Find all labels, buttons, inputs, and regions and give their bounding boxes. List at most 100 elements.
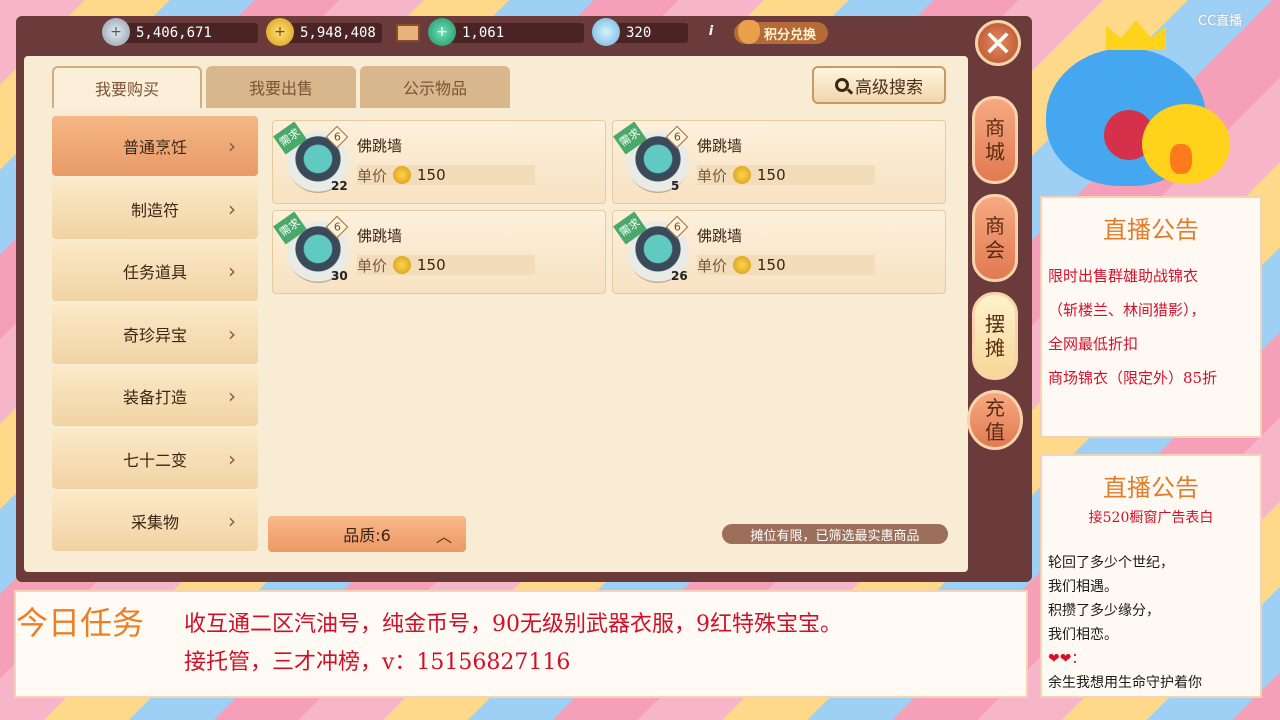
item-quantity: 5 xyxy=(671,179,680,193)
category-transform[interactable]: 七十二变 › xyxy=(52,428,258,489)
item-price: 150 xyxy=(417,166,446,184)
announcement-title: 直播公告 xyxy=(1103,474,1199,502)
advanced-search-button[interactable]: 高级搜索 xyxy=(812,66,946,104)
points-exchange-label: 积分兑换 xyxy=(764,27,817,43)
item-price: 150 xyxy=(757,166,786,184)
silver-coin-icon: + xyxy=(102,18,130,46)
price-row: 单价 150 xyxy=(697,255,875,275)
poem-line: 积攒了多少缘分， xyxy=(1048,603,1160,619)
silver-currency: + 5,406,671 xyxy=(102,18,258,46)
item-price: 150 xyxy=(757,256,786,274)
poem-line: 我们相遇。 xyxy=(1048,579,1118,595)
jade-icon: + xyxy=(428,18,456,46)
gold-coin-icon xyxy=(393,256,412,274)
item-price: 150 xyxy=(417,256,446,274)
jade-amount: 1,061 xyxy=(434,23,584,43)
tab-sell[interactable]: 我要出售 xyxy=(206,66,356,108)
side-tab-stall[interactable]: 摆摊 xyxy=(972,292,1018,380)
chevron-right-icon: › xyxy=(228,384,236,408)
gold-coin-icon xyxy=(393,166,412,184)
item-card[interactable]: 需求 6 30 佛跳墙 单价 150 xyxy=(272,210,606,294)
price-row: 单价 150 xyxy=(697,165,875,185)
search-icon xyxy=(835,78,849,92)
gold-coin-icon xyxy=(733,256,752,274)
item-quantity: 22 xyxy=(331,179,348,193)
gold-coin-icon: + xyxy=(266,18,294,46)
category-label: 任务道具 xyxy=(122,263,187,282)
announcement-line: 商场锦衣（限定外）85折 xyxy=(1048,369,1218,387)
poem-line: 轮回了多少个世纪， xyxy=(1048,555,1174,571)
gold-coin-icon xyxy=(733,166,752,184)
tab-buy[interactable]: 我要购买 xyxy=(52,66,202,108)
mascot-illustration xyxy=(1046,20,1266,192)
tab-public[interactable]: 公示物品 xyxy=(360,66,510,108)
cloud-icon xyxy=(592,18,620,46)
market-panel: 我要购买 我要出售 公示物品 高级搜索 普通烹饪 › 制造符 › 任务道具 › 奇珍异… xyxy=(24,56,968,572)
side-tab-guild[interactable]: 商会 xyxy=(972,194,1018,282)
quality-filter-dropdown[interactable]: 品质:6 ︿ xyxy=(268,516,466,552)
info-icon[interactable]: i xyxy=(702,24,720,42)
chevron-right-icon: › xyxy=(228,259,236,283)
quality-filter-label: 品质:6 xyxy=(343,526,391,545)
category-treasures[interactable]: 奇珍异宝 › xyxy=(52,303,258,364)
poem-line: 余生我想用生命守护着你 xyxy=(1048,675,1202,691)
item-name: 佛跳墙 xyxy=(697,137,743,155)
category-talisman[interactable]: 制造符 › xyxy=(52,178,258,239)
category-list: 普通烹饪 › 制造符 › 任务道具 › 奇珍异宝 › 装备打造 › 七十二变 › 采集物 › xyxy=(52,116,258,554)
stall-notice: 摊位有限，已筛选最实惠商品 xyxy=(722,524,948,544)
chevron-right-icon: › xyxy=(228,446,236,471)
category-label: 装备打造 xyxy=(122,388,187,407)
item-quantity: 26 xyxy=(671,269,688,283)
item-card[interactable]: 需求 6 22 佛跳墙 单价 150 xyxy=(272,120,606,204)
announcement-line: 限时出售群雄助战锦衣 xyxy=(1048,267,1199,285)
category-label: 七十二变 xyxy=(122,450,187,470)
market-tabs: 我要购买 我要出售 公示物品 xyxy=(52,66,510,108)
category-forging[interactable]: 装备打造 › xyxy=(52,366,258,426)
category-cooking[interactable]: 普通烹饪 › xyxy=(52,116,258,176)
announcement-line: 全网最低折扣 xyxy=(1048,335,1139,353)
gold-currency[interactable]: + 5,948,408 xyxy=(266,18,382,46)
money-bag-icon xyxy=(738,20,760,44)
item-name: 佛跳墙 xyxy=(357,137,403,155)
announcement-subtitle: 接520橱窗广告表白 xyxy=(1088,510,1214,526)
chevron-right-icon: › xyxy=(228,196,236,221)
side-tab-mall[interactable]: 商城 xyxy=(972,96,1018,184)
item-quantity: 30 xyxy=(331,269,348,283)
price-row: 单价 150 xyxy=(357,165,535,185)
category-quest-items[interactable]: 任务道具 › xyxy=(52,241,258,301)
chevron-up-icon: ︿ xyxy=(435,527,452,546)
task-line-2: 接托管，三才冲榜，v：15156827116 xyxy=(184,650,571,675)
item-card[interactable]: 需求 6 5 佛跳墙 单价 150 xyxy=(612,120,946,204)
price-row: 单价 150 xyxy=(357,255,535,275)
poem-line: 我们相恋。 xyxy=(1048,627,1118,643)
item-name: 佛跳墙 xyxy=(357,227,403,245)
item-grid: 需求 6 22 佛跳墙 单价 150 需求 6 5 佛跳墙 单价 150 需求 6 … xyxy=(272,120,946,294)
item-name: 佛跳墙 xyxy=(697,227,743,245)
stream-announcement-2: 直播公告 接520橱窗广告表白 轮回了多少个世纪， 我们相遇。 积攒了多少缘分，… xyxy=(1040,454,1262,698)
daily-task-banner: 今日任务 收互通二区汽油号，纯金币号，90无级别武器衣服，9红特殊宝宝。 接托管… xyxy=(14,590,1028,698)
category-label: 奇珍异宝 xyxy=(122,325,187,345)
currency-bar: + 5,406,671 + 5,948,408 + 1,061 320 i 积分… xyxy=(20,18,960,48)
chevron-right-icon: › xyxy=(228,321,236,346)
announcement-line: （斩楼兰、林间猎影）， xyxy=(1048,301,1206,319)
category-label: 普通烹饪 xyxy=(122,138,187,157)
close-button[interactable]: ✕ xyxy=(975,20,1021,66)
category-label: 制造符 xyxy=(130,200,179,220)
chick-beak xyxy=(1170,144,1192,174)
task-label: 今日任务 xyxy=(16,604,145,642)
category-gathering[interactable]: 采集物 › xyxy=(52,491,258,551)
chevron-right-icon: › xyxy=(228,134,236,158)
side-nav: 商城 商会 摆摊 充值 xyxy=(967,96,1023,450)
cloud-currency: 320 xyxy=(592,18,688,46)
jade-currency[interactable]: + 1,061 xyxy=(428,18,584,46)
poem-line: ❤❤： xyxy=(1048,651,1086,667)
side-tab-recharge[interactable]: 充值 xyxy=(967,390,1023,450)
announcement-title: 直播公告 xyxy=(1103,216,1199,244)
task-line-1: 收互通二区汽油号，纯金币号，90无级别武器衣服，9红特殊宝宝。 xyxy=(184,612,842,637)
item-card[interactable]: 需求 6 26 佛跳墙 单价 150 xyxy=(612,210,946,294)
mail-icon[interactable] xyxy=(396,24,420,42)
silver-amount: 5,406,671 xyxy=(108,23,258,43)
points-exchange-button[interactable]: 积分兑换 xyxy=(734,20,829,44)
stream-announcement-1: 直播公告 限时出售群雄助战锦衣 （斩楼兰、林间猎影）， 全网最低折扣 商场锦衣（… xyxy=(1040,196,1262,438)
crown-icon xyxy=(1106,20,1166,50)
